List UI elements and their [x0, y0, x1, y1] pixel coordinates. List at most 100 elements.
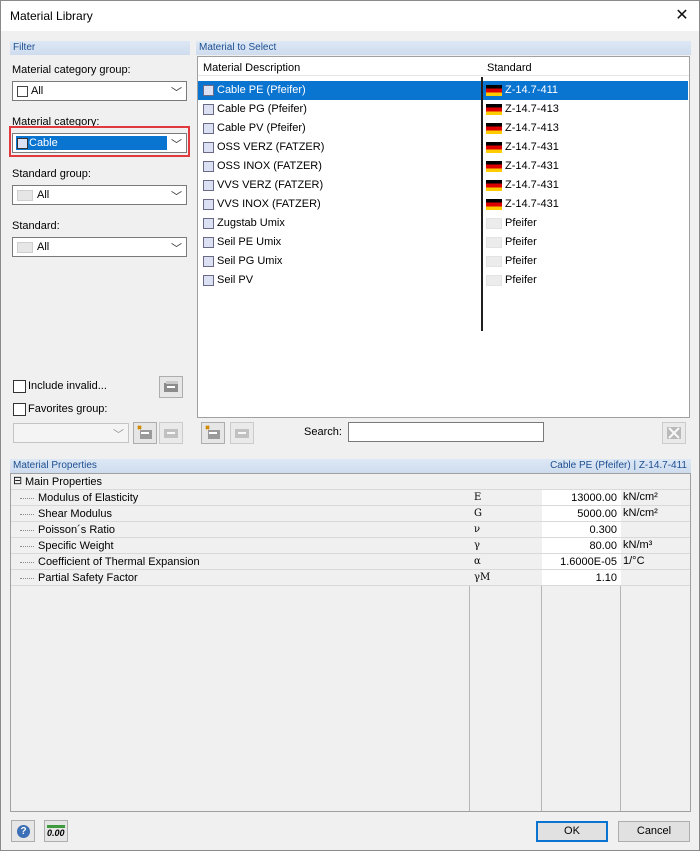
- edit-favorites-button[interactable]: [159, 422, 183, 444]
- units-icon: 0.00: [47, 825, 65, 838]
- properties-table: ⊟ Main Properties Modulus of Elasticity E…: [10, 473, 691, 812]
- property-row[interactable]: Coefficient of Thermal Expansion α 1.6000E…: [11, 554, 690, 570]
- material-standard: Z-14.7-413: [505, 122, 559, 134]
- property-unit: 1/°C: [623, 555, 645, 567]
- material-select-panel: Material to Select Material Description …: [196, 41, 691, 447]
- standard-group-label: Standard group:: [12, 168, 91, 180]
- property-symbol: γM: [474, 572, 491, 583]
- property-name: Specific Weight: [38, 540, 114, 552]
- germany-flag-icon: [486, 199, 502, 210]
- material-swatch-icon: [203, 161, 214, 172]
- property-row[interactable]: Shear Modulus G 5000.00 kN/cm²: [11, 506, 690, 522]
- germany-flag-icon: [486, 123, 502, 134]
- list-header: Material Description Standard: [198, 57, 689, 76]
- property-name: Shear Modulus: [38, 508, 112, 520]
- edit-icon: [164, 429, 178, 438]
- material-name: VVS VERZ (FATZER): [217, 179, 324, 191]
- material-swatch-icon: [203, 142, 214, 153]
- chevron-down-icon: ﹀: [171, 87, 182, 99]
- favorites-combo[interactable]: ﹀: [13, 423, 129, 443]
- edit-icon: [164, 381, 178, 392]
- units-button[interactable]: 0.00: [44, 820, 68, 842]
- material-name: OSS INOX (FATZER): [217, 160, 322, 172]
- property-value[interactable]: 1.10: [542, 570, 621, 585]
- edit-icon: [235, 429, 249, 438]
- material-rows: Cable PE (Pfeifer) Z-14.7-411 Cable PG (P…: [198, 81, 689, 321]
- delete-icon: [667, 427, 681, 439]
- property-value[interactable]: 13000.00: [542, 490, 621, 505]
- property-value[interactable]: 0.300: [542, 522, 621, 537]
- property-row[interactable]: Partial Safety Factor γM 1.10: [11, 570, 690, 586]
- material-name: Seil PV: [217, 274, 254, 286]
- germany-flag-icon: [486, 180, 502, 191]
- include-invalid-checkbox[interactable]: [13, 380, 26, 393]
- property-value[interactable]: 80.00: [542, 538, 621, 553]
- new-favorites-button[interactable]: [133, 422, 157, 444]
- category-group-label: Material category group:: [12, 64, 131, 76]
- property-unit: kN/m³: [623, 539, 653, 551]
- standard-combo[interactable]: All ﹀: [12, 237, 187, 257]
- ok-button[interactable]: OK: [536, 821, 608, 842]
- material-name: Seil PG Umix: [217, 255, 283, 267]
- material-standard: Z-14.7-431: [505, 141, 559, 153]
- material-list: Material Description Standard Cable PE (…: [197, 56, 690, 418]
- blank-flag-icon: [486, 256, 502, 267]
- property-value[interactable]: 5000.00: [542, 506, 621, 521]
- property-symbol: E: [474, 492, 482, 503]
- close-icon[interactable]: ✕: [665, 1, 699, 31]
- material-swatch-icon: [17, 138, 28, 149]
- chevron-down-icon: ﹀: [113, 429, 124, 441]
- property-row[interactable]: Specific Weight γ 80.00 kN/m³: [11, 538, 690, 554]
- tree-connector: [20, 498, 34, 499]
- include-invalid-label: Include invalid...: [28, 380, 107, 392]
- standard-group-combo[interactable]: All ﹀: [12, 185, 187, 205]
- column-header-description[interactable]: Material Description: [203, 62, 300, 74]
- material-standard: Z-14.7-411: [505, 84, 558, 96]
- material-swatch-icon: [203, 123, 214, 134]
- edit-material-button[interactable]: [230, 422, 254, 444]
- search-input[interactable]: [348, 422, 544, 442]
- new-material-button[interactable]: [201, 422, 225, 444]
- standard-label: Standard:: [12, 220, 60, 232]
- property-row[interactable]: Poisson´s Ratio ν 0.300: [11, 522, 690, 538]
- chevron-down-icon: ﹀: [171, 191, 182, 203]
- filter-panel-title: Filter: [10, 41, 190, 55]
- favorites-checkbox[interactable]: [13, 403, 26, 416]
- delete-button[interactable]: [662, 422, 686, 444]
- window-title: Material Library: [10, 9, 93, 23]
- search-label: Search:: [304, 426, 342, 438]
- new-item-icon: [205, 425, 220, 439]
- edit-filter-button[interactable]: [159, 376, 183, 398]
- category-group-combo[interactable]: All ﹀: [12, 81, 187, 101]
- help-button[interactable]: ?: [11, 820, 35, 842]
- material-standard: Pfeifer: [505, 217, 537, 229]
- new-item-icon: [137, 425, 152, 439]
- material-standard: Z-14.7-431: [505, 179, 559, 191]
- material-name: VVS INOX (FATZER): [217, 198, 321, 210]
- blank-flag-icon: [17, 190, 33, 201]
- collapse-icon[interactable]: ⊟: [13, 474, 22, 487]
- material-swatch-icon: [203, 199, 214, 210]
- selected-material-caption: Cable PE (Pfeifer) | Z-14.7-411: [550, 460, 687, 471]
- material-swatch-icon: [203, 256, 214, 267]
- material-standard: Pfeifer: [505, 236, 537, 248]
- property-name: Modulus of Elasticity: [38, 492, 139, 504]
- cancel-button[interactable]: Cancel: [618, 821, 690, 842]
- category-combo[interactable]: Cable ﹀: [12, 133, 187, 153]
- property-name: Partial Safety Factor: [38, 572, 138, 584]
- group-label: Main Properties: [25, 476, 103, 488]
- chevron-down-icon: ﹀: [171, 139, 182, 151]
- properties-title-text: Material Properties: [13, 460, 97, 471]
- property-symbol: α: [474, 556, 481, 567]
- standard-group-value: All: [37, 189, 50, 201]
- property-row[interactable]: Modulus of Elasticity E 13000.00 kN/cm²: [11, 490, 690, 506]
- category-group-value: All: [31, 85, 44, 97]
- germany-flag-icon: [486, 161, 502, 172]
- title-bar: Material Library ✕: [1, 1, 699, 31]
- property-value[interactable]: 1.6000E-05: [542, 554, 621, 569]
- column-header-standard[interactable]: Standard: [487, 62, 532, 74]
- material-swatch-icon: [203, 275, 214, 286]
- material-standard: Z-14.7-413: [505, 103, 559, 115]
- group-row[interactable]: ⊟ Main Properties: [11, 474, 690, 490]
- blank-flag-icon: [486, 218, 502, 229]
